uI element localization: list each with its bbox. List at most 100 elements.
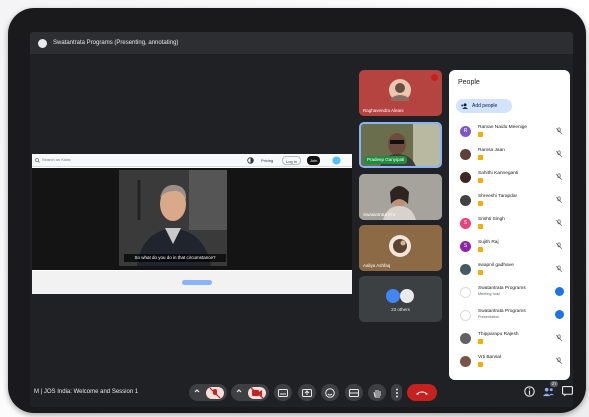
participant-name: Shreeshi Tarapdar bbox=[478, 194, 518, 199]
camera-off-icon bbox=[236, 386, 266, 399]
participant-role: Meeting host bbox=[478, 292, 500, 296]
raise-hand-button[interactable] bbox=[368, 384, 386, 401]
mic-off-icon[interactable] bbox=[555, 150, 563, 158]
participant-name: Vrti Bansal bbox=[478, 355, 502, 360]
participant-badge-icon bbox=[478, 201, 483, 206]
others-tile[interactable]: 23 others bbox=[359, 276, 442, 322]
camera-toggle[interactable] bbox=[231, 384, 269, 401]
participant-row[interactable]: Swatantrata Programs Presentation bbox=[457, 307, 567, 327]
others-avatar bbox=[386, 289, 400, 303]
participant-avatar bbox=[460, 356, 471, 367]
participant-row[interactable]: swapnil gadhave bbox=[457, 261, 567, 281]
caption-text: So what do you do in that circumstance? bbox=[124, 254, 226, 262]
layout-button[interactable] bbox=[345, 384, 363, 401]
participant-row[interactable]: Vrti Bansal bbox=[457, 353, 567, 373]
participant-tile-speaking[interactable]: Pradeep Ganyipati bbox=[359, 122, 442, 168]
shared-site-logo-icon bbox=[332, 156, 341, 165]
mic-toggle[interactable] bbox=[189, 384, 227, 401]
participant-row[interactable]: S Sujith Raj bbox=[457, 238, 567, 258]
participant-name: swapnil gadhave bbox=[478, 263, 514, 268]
control-bar: M | JOS India: Welcome and Session 1 27 bbox=[30, 380, 573, 407]
host-controls-icon[interactable] bbox=[555, 310, 564, 319]
theme-toggle-icon bbox=[247, 157, 254, 164]
participant-badge-icon bbox=[478, 178, 483, 183]
chat-icon[interactable] bbox=[562, 386, 573, 397]
participant-name: Swatantrata Pro bbox=[363, 212, 396, 217]
add-people-label: Add people bbox=[472, 103, 498, 109]
people-panel-title: People bbox=[458, 79, 480, 86]
leave-call-button[interactable] bbox=[407, 384, 437, 401]
emoji-icon bbox=[325, 387, 335, 398]
mic-off-icon[interactable] bbox=[555, 127, 563, 135]
tablet-frame: Swatantrata Programs (Presenting, annota… bbox=[8, 8, 586, 413]
people-icon[interactable] bbox=[543, 386, 554, 397]
participant-row[interactable]: Sahithi Kanneganti bbox=[457, 169, 567, 189]
participant-name: Thipparapu Rajesh bbox=[478, 332, 519, 337]
participant-name: Aaliya Ashfaq bbox=[363, 263, 391, 268]
reactions-button[interactable] bbox=[321, 384, 339, 401]
mic-off-icon bbox=[431, 74, 438, 81]
participant-tile[interactable]: Aaliya Ashfaq bbox=[359, 225, 442, 271]
participant-avatar: R bbox=[460, 126, 471, 137]
present-button[interactable] bbox=[298, 384, 316, 401]
speaker-video-frame bbox=[119, 170, 227, 266]
speaker-figure bbox=[119, 170, 227, 266]
participant-row[interactable]: R Raman Naidu Meenige bbox=[457, 123, 567, 143]
present-screen-icon bbox=[302, 388, 312, 397]
participant-row[interactable]: Shreeshi Tarapdar bbox=[457, 192, 567, 212]
participant-avatar bbox=[460, 195, 471, 206]
shared-screen[interactable]: Search on Kiwix Pricing Log in Join So w… bbox=[32, 154, 352, 294]
participant-avatar bbox=[460, 287, 471, 298]
participant-avatar: S bbox=[460, 241, 471, 252]
mic-off-icon[interactable] bbox=[555, 357, 563, 365]
participant-avatar bbox=[460, 172, 471, 183]
participant-row[interactable]: S Srishti Singh bbox=[457, 215, 567, 235]
speaking-name-badge: Pradeep Ganyipati bbox=[364, 156, 408, 164]
others-count-label: 23 others bbox=[391, 307, 410, 312]
participant-role: Presentation bbox=[478, 315, 500, 319]
layout-icon bbox=[349, 388, 359, 397]
mic-off-icon bbox=[194, 386, 224, 399]
search-icon bbox=[35, 158, 40, 163]
shared-pricing-link: Pricing bbox=[261, 158, 274, 163]
meet-screen: Swatantrata Programs (Presenting, annota… bbox=[30, 32, 573, 407]
participant-count-badge: 27 bbox=[550, 381, 559, 387]
participant-badge-icon bbox=[478, 270, 483, 275]
scene: Swatantrata Programs (Presenting, annota… bbox=[0, 0, 589, 417]
mic-off-icon[interactable] bbox=[555, 196, 563, 204]
presenting-bar: Swatantrata Programs (Presenting, annota… bbox=[30, 32, 573, 54]
more-vert-icon bbox=[395, 388, 398, 397]
participant-name: Raghavendra Aleani bbox=[363, 108, 404, 113]
participant-tile[interactable]: Swatantrata Pro bbox=[359, 174, 442, 220]
shared-page-footer bbox=[32, 271, 352, 294]
captions-icon bbox=[278, 388, 288, 397]
shared-page-button bbox=[182, 280, 212, 285]
participant-tile[interactable]: Raghavendra Aleani bbox=[359, 70, 442, 116]
captions-button[interactable] bbox=[274, 384, 292, 401]
mic-off-icon[interactable] bbox=[555, 173, 563, 181]
participant-avatar bbox=[460, 310, 471, 321]
participant-avatar bbox=[460, 149, 471, 160]
mic-off-icon[interactable] bbox=[555, 265, 563, 273]
hang-up-icon bbox=[416, 391, 428, 395]
more-options-button[interactable] bbox=[391, 384, 402, 401]
mic-off-icon[interactable] bbox=[555, 242, 563, 250]
people-panel: People Add people R Raman Naidu Meenige Ra… bbox=[449, 70, 570, 380]
mic-off-icon[interactable] bbox=[555, 334, 563, 342]
others-avatar bbox=[400, 289, 414, 303]
info-icon[interactable] bbox=[524, 386, 535, 397]
participant-row[interactable]: Thipparapu Rajesh bbox=[457, 330, 567, 350]
presenting-title: Swatantrata Programs (Presenting, annota… bbox=[53, 40, 179, 46]
mic-off-icon[interactable] bbox=[555, 219, 563, 227]
host-controls-icon[interactable] bbox=[555, 287, 564, 296]
presenter-avatar-icon bbox=[38, 38, 47, 48]
participant-avatar bbox=[460, 333, 471, 344]
meeting-name: M | JOS India: Welcome and Session 1 bbox=[34, 389, 139, 395]
participant-name: Srishti Singh bbox=[478, 217, 505, 222]
participant-name: Swatantrata Programs bbox=[478, 309, 526, 314]
participant-badge-icon bbox=[478, 132, 483, 137]
add-people-button[interactable]: Add people bbox=[456, 99, 512, 113]
participant-row[interactable]: Ramsa Jaan bbox=[457, 146, 567, 166]
participant-row[interactable]: Swatantrata Programs Meeting host bbox=[457, 284, 567, 304]
shared-site-toolbar: Search on Kiwix Pricing Log in Join bbox=[32, 154, 352, 167]
